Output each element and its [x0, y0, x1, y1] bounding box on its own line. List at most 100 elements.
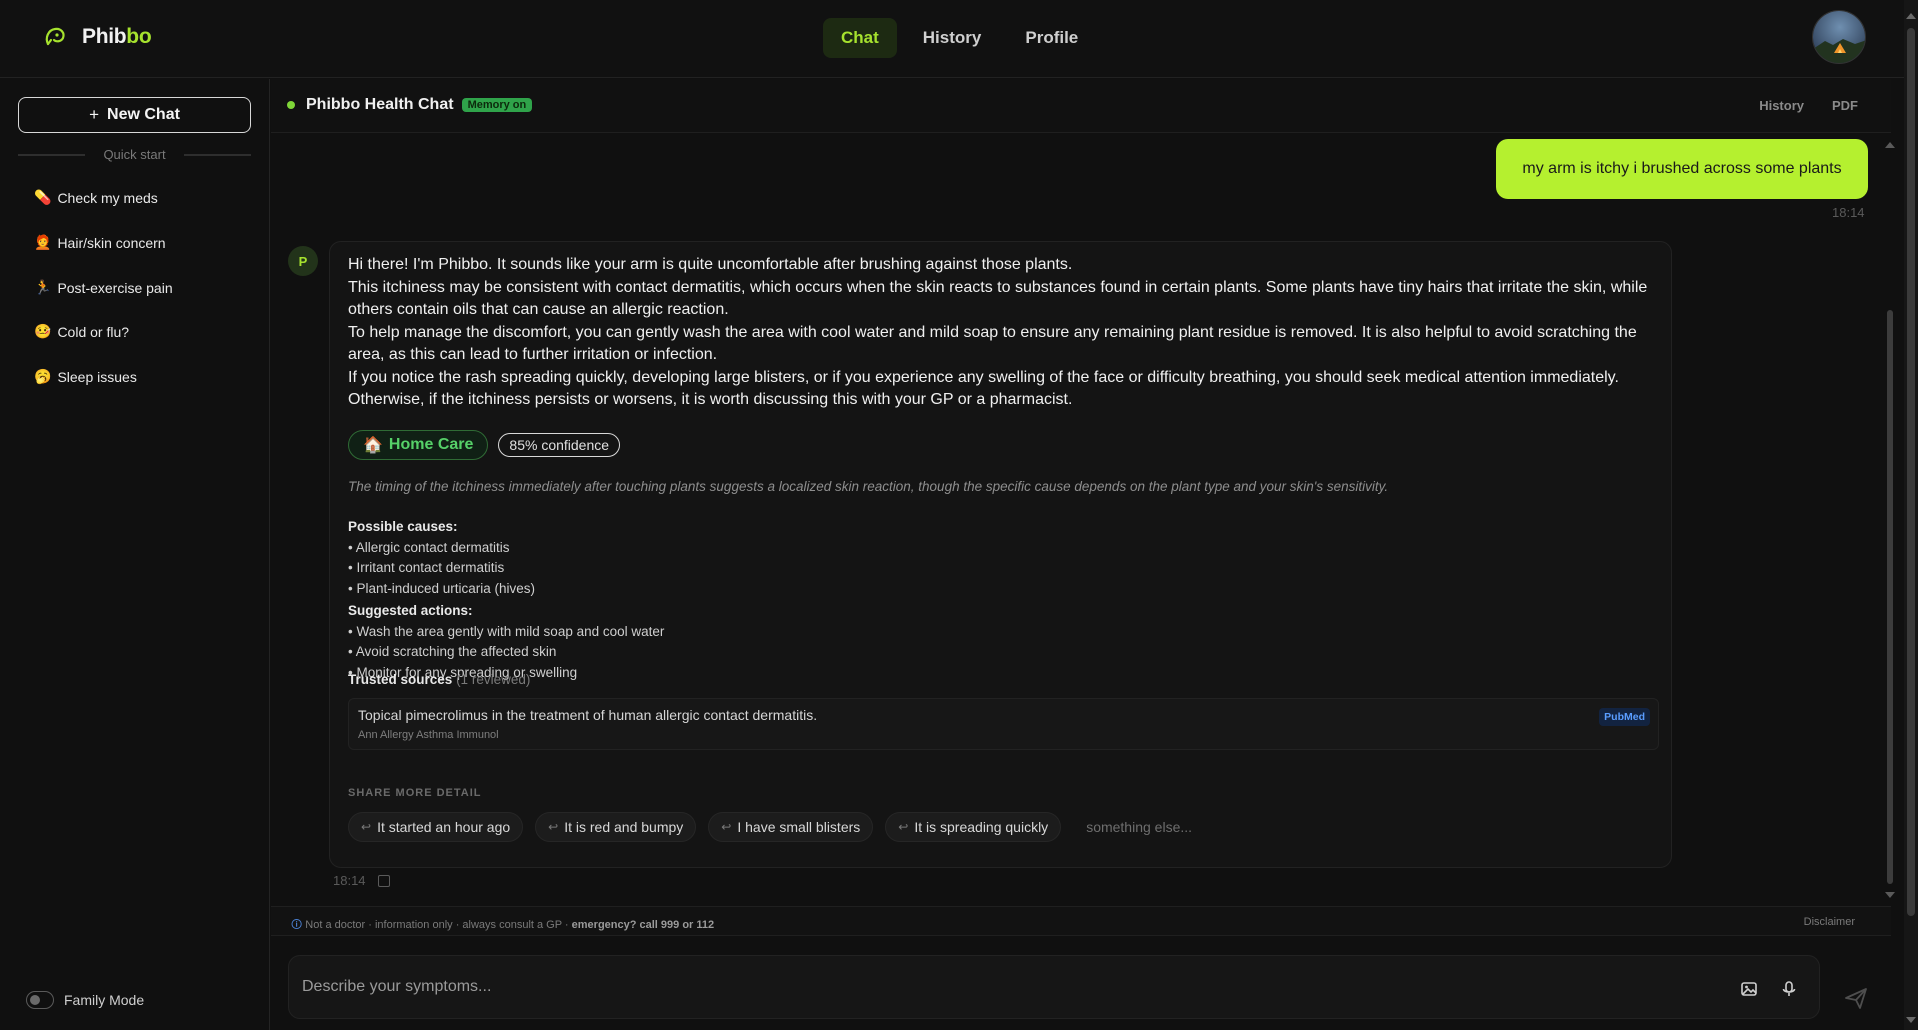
quick-item-post-exercise[interactable]: 🏃 Post-exercise pain	[34, 279, 173, 296]
status-dot	[287, 101, 295, 109]
suggestion-chip[interactable]: ↩ It is red and bumpy	[535, 812, 697, 842]
user-message-text: my arm is itchy i brushed across some pl…	[1522, 160, 1842, 177]
page-scrollbar[interactable]	[1904, 0, 1918, 1030]
disclaimer-link[interactable]: Disclaimer	[1804, 916, 1855, 928]
chat-title-text: Phibbo Health Chat	[306, 96, 454, 113]
pill-icon: 💊	[34, 189, 52, 205]
bot-message-time: 18:14	[333, 873, 366, 888]
bot-paragraph: To help manage the discomfort, you can g…	[348, 323, 1637, 364]
chat-scrollbar[interactable]	[1884, 134, 1896, 904]
plus-icon: +	[89, 105, 100, 124]
source-card[interactable]: Topical pimecrolimus in the treatment of…	[348, 698, 1659, 750]
send-icon[interactable]	[1836, 978, 1876, 1018]
suggested-actions: Suggested actions: • Wash the area gentl…	[348, 601, 664, 683]
runner-icon: 🏃	[34, 279, 52, 295]
bot-paragraph: Hi there! I'm Phibbo. It sounds like you…	[348, 256, 1073, 273]
top-bar: Phibbo Chat History Profile	[0, 0, 1918, 78]
source-journal: Ann Allergy Asthma Immunol	[358, 729, 499, 741]
memory-badge: Memory on	[461, 98, 533, 112]
disclaimer-text: 🛈 Not a doctor · information only · alwa…	[291, 916, 714, 935]
bot-message-meta: 18:14	[333, 873, 390, 888]
quick-item-label: Check my meds	[57, 189, 158, 206]
suggestion-chip[interactable]: ↩ I have small blisters	[708, 812, 874, 842]
microphone-icon[interactable]	[1780, 980, 1798, 998]
pubmed-badge: PubMed	[1599, 708, 1650, 726]
source-title: Topical pimecrolimus in the treatment of…	[358, 707, 818, 723]
tab-history[interactable]: History	[905, 18, 1000, 58]
person-icon: 🧑‍🦰	[34, 234, 52, 250]
message-list: my arm is itchy i brushed across some pl…	[271, 134, 1891, 904]
causes-heading: Possible causes:	[348, 519, 458, 534]
image-upload-icon[interactable]	[1740, 980, 1758, 998]
emergency-text: emergency? call 999 or 112	[571, 919, 715, 931]
quick-item-check-meds[interactable]: 💊 Check my meds	[34, 189, 158, 206]
action-item: • Wash the area gently with mild soap an…	[348, 623, 665, 639]
header-links: History PDF	[1759, 98, 1858, 113]
page-scroll-thumb[interactable]	[1907, 28, 1915, 916]
new-chat-label: New Chat	[107, 106, 180, 123]
quick-item-label: Post-exercise pain	[57, 279, 173, 296]
quick-start-label: Quick start	[103, 147, 166, 162]
suggestion-chips: ↩ It started an hour ago ↩ It is red and b…	[348, 812, 1205, 842]
action-item: • Avoid scratching the affected skin	[348, 644, 557, 659]
family-mode-label: Family Mode	[64, 992, 145, 1008]
quick-item-label: Sleep issues	[57, 368, 137, 385]
reply-arrow-icon: ↩	[548, 820, 559, 834]
new-chat-button[interactable]: + New Chat	[18, 97, 251, 133]
main-nav: Chat History Profile	[823, 18, 1096, 58]
chat-scroll-thumb[interactable]	[1887, 310, 1893, 884]
copy-icon[interactable]	[377, 874, 390, 887]
chip-label: It is red and bumpy	[564, 819, 684, 835]
scroll-down-icon[interactable]	[1884, 890, 1896, 900]
quick-item-label: Cold or flu?	[57, 323, 130, 340]
actions-heading: Suggested actions:	[348, 603, 473, 618]
possible-causes: Possible causes: • Allergic contact derm…	[348, 450, 535, 599]
user-avatar[interactable]	[1812, 10, 1866, 64]
chip-label: It is spreading quickly	[914, 819, 1049, 835]
tab-profile[interactable]: Profile	[1007, 18, 1096, 58]
history-link[interactable]: History	[1759, 98, 1804, 113]
yawn-face-icon: 🥱	[34, 368, 52, 384]
tab-chat[interactable]: Chat	[823, 18, 897, 58]
brand-name: Phibbo	[82, 25, 152, 48]
something-else-chip[interactable]: something else...	[1073, 812, 1205, 842]
symptoms-input[interactable]	[302, 970, 1702, 1004]
info-icon: 🛈	[291, 919, 303, 931]
bot-avatar: P	[288, 246, 318, 276]
share-more-label: SHARE MORE DETAIL	[348, 787, 482, 799]
page-scroll-up-icon[interactable]	[1904, 10, 1918, 22]
quick-item-cold-flu[interactable]: 🤒 Cold or flu?	[34, 323, 129, 340]
family-mode: Family Mode	[26, 991, 144, 1009]
user-message: my arm is itchy i brushed across some pl…	[1496, 139, 1868, 199]
suggestion-chip[interactable]: ↩ It started an hour ago	[348, 812, 524, 842]
family-mode-toggle[interactable]	[26, 991, 54, 1009]
suggestion-chip[interactable]: ↩ It is spreading quickly	[885, 812, 1062, 842]
pdf-link[interactable]: PDF	[1832, 98, 1858, 113]
bot-message: Hi there! I'm Phibbo. It sounds like you…	[329, 241, 1672, 868]
cause-item: • Allergic contact dermatitis	[348, 539, 510, 555]
sidebar: + New Chat Quick start 💊 Check my meds 🧑…	[0, 79, 270, 1030]
cause-item: • Plant-induced urticaria (hives)	[348, 580, 536, 596]
chip-label: I have small blisters	[737, 819, 861, 835]
quick-item-hair-skin[interactable]: 🧑‍🦰 Hair/skin concern	[34, 234, 166, 251]
quick-item-label: Hair/skin concern	[57, 234, 166, 251]
message-composer	[288, 955, 1820, 1019]
chat-title: Phibbo Health Chat Memory on	[287, 96, 533, 114]
avatar-image	[1813, 11, 1865, 63]
cause-item: • Irritant contact dermatitis	[348, 560, 505, 575]
disclaimer-bar: 🛈 Not a doctor · information only · alwa…	[271, 906, 1891, 936]
reply-arrow-icon: ↩	[898, 820, 909, 834]
quick-item-sleep[interactable]: 🥱 Sleep issues	[34, 368, 137, 385]
brand[interactable]: Phibbo	[42, 24, 152, 50]
user-message-time: 18:14	[1832, 205, 1865, 220]
bot-message-body: Hi there! I'm Phibbo. It sounds like you…	[348, 254, 1648, 412]
sick-face-icon: 🤒	[34, 323, 52, 339]
chat-header: Phibbo Health Chat Memory on History PDF	[271, 79, 1891, 133]
bot-paragraph: If you notice the rash spreading quickly…	[348, 368, 1619, 409]
sources-count: (1 reviewed)	[456, 672, 531, 687]
trusted-sources: Trusted sources (1 reviewed)	[348, 672, 530, 687]
page-scroll-down-icon[interactable]	[1904, 1014, 1918, 1026]
scroll-up-icon[interactable]	[1884, 140, 1896, 150]
reply-arrow-icon: ↩	[721, 820, 732, 834]
disclaimer-body: Not a doctor · information only · always…	[305, 919, 572, 931]
